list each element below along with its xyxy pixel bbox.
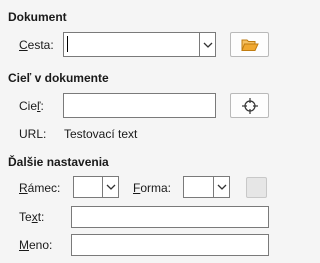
path-dropdown-toggle[interactable]: [199, 33, 215, 56]
form-label: Forma:: [133, 181, 171, 195]
name-label: Meno:: [19, 238, 52, 252]
form-label-text: orma:: [140, 181, 172, 195]
open-file-button[interactable]: [230, 32, 269, 57]
text-input[interactable]: [71, 206, 269, 228]
section-title-document: Dokument: [8, 10, 67, 24]
chevron-down-icon: [106, 184, 115, 190]
chevron-down-icon: [217, 184, 226, 190]
url-value: Testovací text: [64, 127, 138, 141]
folder-open-icon: [240, 39, 259, 51]
path-label-mnemonic: C: [19, 38, 28, 52]
name-input[interactable]: [71, 234, 269, 256]
form-combobox[interactable]: [183, 176, 230, 198]
url-label: URL:: [19, 127, 47, 141]
name-label-text: eno:: [29, 238, 53, 252]
target-crosshair-icon: [241, 97, 258, 114]
text-label-text: Te: [19, 210, 32, 224]
target-input[interactable]: [63, 93, 216, 118]
path-label: Cesta:: [19, 38, 54, 52]
frame-label-text: ámec:: [27, 181, 61, 195]
events-button[interactable]: [246, 177, 267, 198]
text-cursor: [67, 36, 68, 52]
frame-label: Rámec:: [19, 181, 60, 195]
form-dropdown-toggle[interactable]: [213, 177, 229, 197]
target-in-document-button[interactable]: [230, 93, 269, 118]
frame-dropdown-toggle[interactable]: [102, 177, 118, 197]
chevron-down-icon: [203, 42, 212, 48]
name-label-mnemonic: M: [19, 238, 29, 252]
path-label-text: esta:: [27, 38, 54, 52]
frame-combobox[interactable]: [73, 176, 119, 198]
target-label-colon: :: [40, 99, 44, 113]
target-label-text: Cie: [19, 99, 38, 113]
section-title-more-settings: Ďalšie nastavenia: [8, 155, 109, 169]
text-label: Text:: [19, 210, 44, 224]
path-combobox[interactable]: [63, 32, 216, 57]
section-title-target: Cieľ v dokumente: [8, 71, 109, 85]
target-label: Cieľ:: [19, 99, 44, 113]
frame-label-mnemonic: R: [19, 181, 28, 195]
text-label-colon: t:: [37, 210, 45, 224]
